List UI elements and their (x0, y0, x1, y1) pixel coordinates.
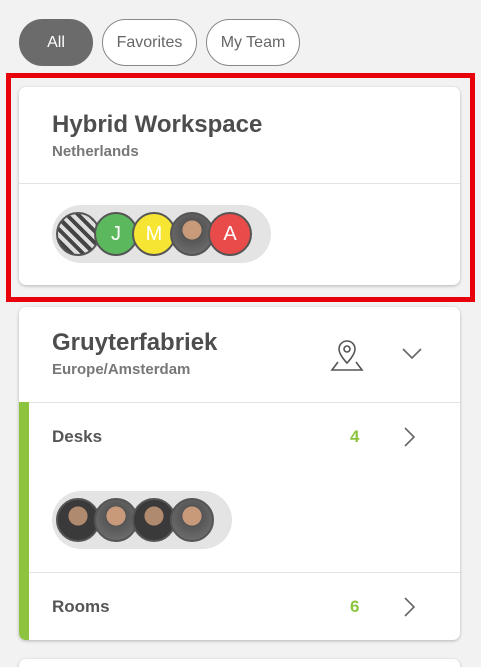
workspace-subtitle: Europe/Amsterdam (52, 361, 191, 378)
workspace-title: Gruyterfabriek (52, 329, 218, 356)
workspace-card-gruyterfabriek[interactable]: Gruyterfabriek Europe/Amsterdam Desks 4 … (19, 307, 460, 640)
divider (19, 402, 460, 403)
map-pin-icon[interactable] (330, 337, 364, 378)
chevron-right-icon[interactable] (404, 427, 416, 452)
selection-highlight (6, 73, 475, 302)
filter-all-button[interactable]: All (19, 19, 93, 66)
divider (29, 572, 460, 573)
chevron-down-icon[interactable] (402, 347, 422, 365)
desks-count: 4 (350, 427, 360, 446)
status-bar (19, 402, 29, 640)
rooms-count: 6 (350, 597, 360, 616)
card-header: Gruyterfabriek Europe/Amsterdam (52, 329, 217, 378)
filter-my-team-button[interactable]: My Team (206, 19, 300, 66)
desk-attendee-avatars[interactable] (52, 491, 232, 549)
workspace-card-partial[interactable] (19, 659, 460, 667)
filter-favorites-button[interactable]: Favorites (102, 19, 197, 66)
chevron-right-icon[interactable] (404, 597, 416, 622)
avatar (170, 498, 214, 542)
desks-label[interactable]: Desks (52, 427, 102, 447)
rooms-label[interactable]: Rooms (52, 597, 110, 617)
filter-bar: All Favorites My Team (19, 19, 300, 66)
